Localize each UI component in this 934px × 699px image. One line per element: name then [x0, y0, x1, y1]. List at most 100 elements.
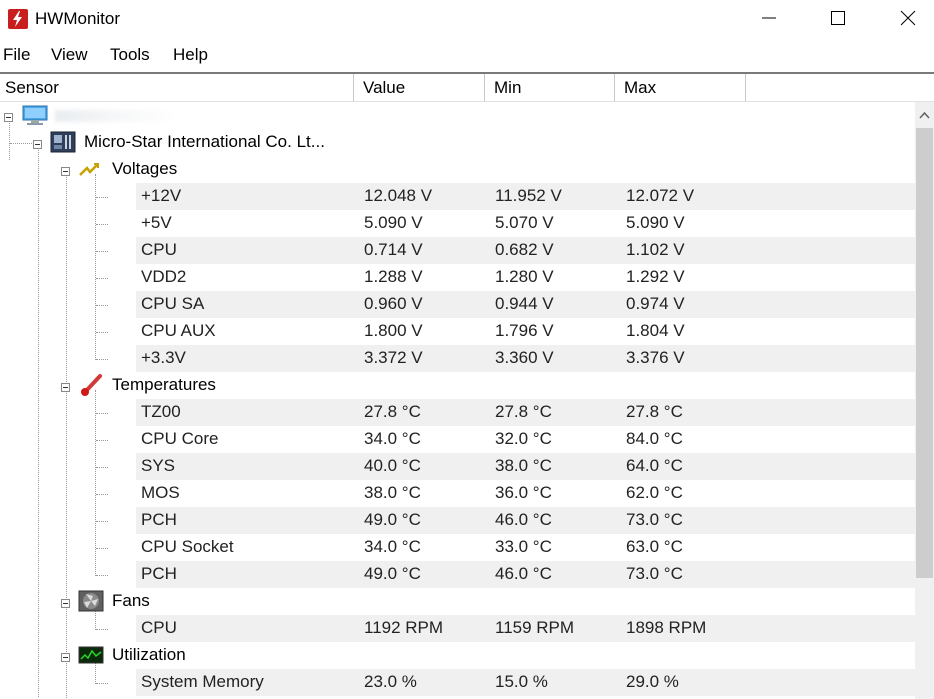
sensor-value: 49.0 °C: [364, 564, 421, 583]
column-value[interactable]: Value: [354, 74, 485, 102]
sensor-name: +5V: [141, 213, 172, 232]
menu-tools[interactable]: Tools: [110, 45, 150, 65]
maximize-icon: [831, 11, 845, 25]
sensor-name: System Memory: [141, 672, 264, 691]
sensor-min: 1.796 V: [495, 321, 554, 340]
collapse-icon[interactable]: [4, 113, 13, 122]
column-max[interactable]: Max: [615, 74, 746, 102]
group-label: Fans: [112, 591, 150, 610]
sensor-value: 1192 RPM: [364, 618, 444, 637]
sensor-row[interactable]: CPU 0.714 V 0.682 V 1.102 V: [0, 237, 915, 264]
sensor-min: 33.0 °C: [495, 537, 552, 556]
tree-node-motherboard[interactable]: Micro-Star International Co. Lt...: [0, 129, 915, 156]
close-button[interactable]: [885, 0, 931, 36]
tree-line: [96, 197, 108, 198]
column-filler: [746, 74, 934, 102]
sensor-value: 34.0 °C: [364, 537, 421, 556]
sensor-row[interactable]: +5V 5.090 V 5.070 V 5.090 V: [0, 210, 915, 237]
sensor-value: 0.960 V: [364, 294, 423, 313]
tree-line: [96, 251, 108, 252]
sensor-value: 1.800 V: [364, 321, 423, 340]
sensor-name: CPU AUX: [141, 321, 216, 340]
sensor-name: CPU SA: [141, 294, 205, 313]
sensor-min: 1159 RPM: [495, 618, 575, 637]
computer-icon: [22, 105, 48, 125]
fan-icon: [78, 590, 104, 617]
sensor-min: 46.0 °C: [495, 510, 552, 529]
sensor-min: 3.360 V: [495, 348, 554, 367]
tree-group-fans[interactable]: Fans: [0, 588, 915, 615]
window-title: HWMonitor: [35, 9, 121, 28]
tree-line: [96, 629, 108, 630]
maximize-button[interactable]: [815, 0, 861, 36]
sensor-name: CPU Core: [141, 429, 219, 448]
tree-line: [96, 683, 108, 684]
tree-group-temperatures[interactable]: Temperatures: [0, 372, 915, 399]
column-min[interactable]: Min: [485, 74, 615, 102]
sensor-row[interactable]: VDD2 1.288 V 1.280 V 1.292 V: [0, 264, 915, 291]
sensor-max: 73.0 °C: [626, 564, 683, 583]
sensor-min: 38.0 °C: [495, 456, 552, 475]
collapse-icon[interactable]: [61, 167, 70, 176]
sensor-name: CPU: [141, 618, 177, 637]
sensor-min: 32.0 °C: [495, 429, 552, 448]
tree-node-computer[interactable]: [0, 102, 915, 129]
collapse-icon[interactable]: [61, 383, 70, 392]
sensor-min: 0.682 V: [495, 240, 554, 259]
scroll-up-button[interactable]: [915, 102, 934, 128]
tree-line: [96, 413, 108, 414]
sensor-row[interactable]: TZ00 27.8 °C 27.8 °C 27.8 °C: [0, 399, 915, 426]
sensor-row[interactable]: CPU AUX 1.800 V 1.796 V 1.804 V: [0, 318, 915, 345]
sensor-row[interactable]: MOS 38.0 °C 36.0 °C 62.0 °C: [0, 480, 915, 507]
collapse-icon[interactable]: [61, 599, 70, 608]
sensor-row[interactable]: SYS 40.0 °C 38.0 °C 64.0 °C: [0, 453, 915, 480]
sensor-row[interactable]: CPU SA 0.960 V 0.944 V 0.974 V: [0, 291, 915, 318]
motherboard-label: Micro-Star International Co. Lt...: [84, 132, 325, 151]
sensor-row[interactable]: +3.3V 3.372 V 3.360 V 3.376 V: [0, 345, 915, 372]
sensor-value: 3.372 V: [364, 348, 423, 367]
sensor-name: VDD2: [141, 267, 187, 286]
menu-view[interactable]: View: [51, 45, 88, 65]
sensor-row[interactable]: PCH 49.0 °C 46.0 °C 73.0 °C: [0, 507, 915, 534]
tree-group-utilization[interactable]: Utilization: [0, 642, 915, 669]
sensor-name: PCH: [141, 510, 177, 529]
sensor-name: CPU Socket: [141, 537, 234, 556]
minimize-button[interactable]: [746, 0, 792, 36]
sensor-max: 1.292 V: [626, 267, 685, 286]
tree-line: [96, 278, 108, 279]
tree-group-voltages[interactable]: Voltages: [0, 156, 915, 183]
tree-line: [96, 359, 108, 360]
sensor-name: +3.3V: [141, 348, 186, 367]
sensor-max: 0.974 V: [626, 294, 685, 313]
menu-file[interactable]: File: [3, 45, 30, 65]
tree-line: [96, 440, 108, 441]
collapse-icon[interactable]: [33, 140, 42, 149]
column-sensor[interactable]: Sensor: [0, 74, 354, 102]
sensor-name: +12V: [141, 186, 182, 205]
sensor-row[interactable]: CPU 1192 RPM 1159 RPM 1898 RPM: [0, 615, 915, 642]
scroll-thumb[interactable]: [916, 128, 933, 578]
sensor-min: 11.952 V: [495, 186, 562, 205]
vertical-scrollbar[interactable]: [915, 102, 934, 699]
sensor-row[interactable]: PCH 49.0 °C 46.0 °C 73.0 °C: [0, 561, 915, 588]
sensor-min: 1.280 V: [495, 267, 554, 286]
sensor-max: 84.0 °C: [626, 429, 683, 448]
sensor-value: 49.0 °C: [364, 510, 421, 529]
sensor-row[interactable]: +12V 12.048 V 11.952 V 12.072 V: [0, 183, 915, 210]
sensor-value: 1.288 V: [364, 267, 423, 286]
tree-line: [96, 467, 108, 468]
chevron-up-icon: [919, 111, 930, 119]
title-bar: HWMonitor: [0, 0, 934, 38]
sensor-row[interactable]: System Memory 23.0 % 15.0 % 29.0 %: [0, 669, 915, 696]
collapse-icon[interactable]: [61, 653, 70, 662]
sensor-min: 27.8 °C: [495, 402, 552, 421]
sensor-tree: Micro-Star International Co. Lt... Volta…: [0, 102, 915, 699]
sensor-max: 3.376 V: [626, 348, 685, 367]
sensor-row[interactable]: CPU Core 34.0 °C 32.0 °C 84.0 °C: [0, 426, 915, 453]
sensor-min: 15.0 %: [495, 672, 548, 691]
sensor-row[interactable]: CPU Socket 34.0 °C 33.0 °C 63.0 °C: [0, 534, 915, 561]
motherboard-icon: [50, 131, 76, 153]
menu-help[interactable]: Help: [173, 45, 208, 65]
sensor-max: 29.0 %: [626, 672, 679, 691]
tree-line: [96, 305, 108, 306]
